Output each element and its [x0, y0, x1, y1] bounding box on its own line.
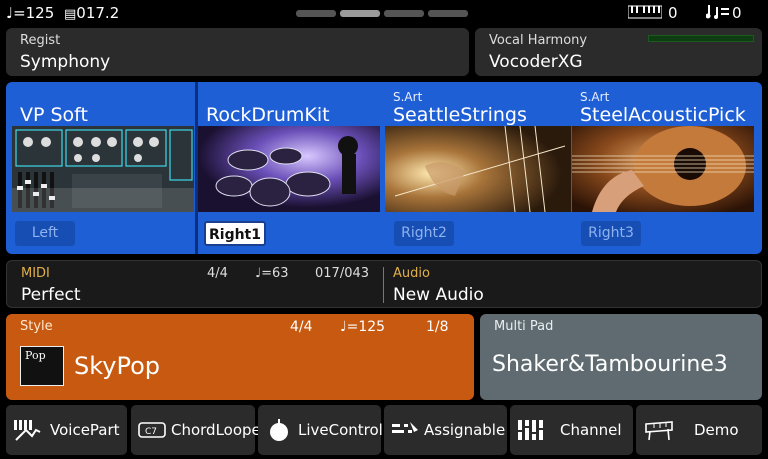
- voice-image-drums: [198, 126, 380, 212]
- style-category-icon: Pop: [20, 346, 64, 386]
- midi-audio-panel: MIDI Perfect 4/4 ♩=63 017/043 Audio New …: [6, 260, 762, 308]
- sequence-count: 0: [732, 4, 742, 22]
- voice-art-tag: S.Art: [580, 90, 610, 104]
- page-indicator: [296, 10, 468, 17]
- voice-image-guitar: [572, 126, 754, 212]
- voicepart-button[interactable]: VoicePart: [6, 405, 127, 455]
- style-beat: 1/8: [426, 319, 449, 335]
- voice-name: VP Soft: [20, 104, 88, 126]
- livecontrol-button[interactable]: LiveControl: [258, 405, 383, 455]
- multipad-label: Multi Pad: [494, 319, 554, 334]
- voice-art-tag: S.Art: [393, 90, 423, 104]
- vocal-harmony-label: Vocal Harmony: [489, 33, 588, 48]
- voice-name: RockDrumKit: [206, 104, 330, 126]
- mic-level-meter: [648, 35, 754, 42]
- part-right2-button[interactable]: Right2: [394, 221, 454, 246]
- midi-position: 017/043: [315, 266, 370, 281]
- vocal-harmony-value: VocoderXG: [489, 52, 583, 72]
- assignable-button[interactable]: Assignable: [384, 405, 507, 455]
- page-dot: [428, 10, 468, 17]
- multipad-panel[interactable]: Multi Pad Shaker&Tambourine3: [480, 314, 762, 400]
- livecontrol-label: LiveControl: [298, 421, 383, 439]
- part-right1-button[interactable]: Right1: [204, 221, 266, 246]
- page-dot: [384, 10, 424, 17]
- demo-button[interactable]: Demo: [636, 405, 762, 455]
- midi-tempo: ♩=63: [255, 266, 289, 281]
- demo-keyboard-icon: [645, 421, 673, 441]
- assignable-icon: [392, 422, 418, 433]
- voice-image-strings: [385, 126, 571, 212]
- keyboard-count: 0: [668, 4, 678, 22]
- voicepart-label: VoicePart: [50, 421, 120, 439]
- tempo-readout: ♩=125: [6, 4, 55, 22]
- style-label: Style: [20, 319, 53, 334]
- voice-name: SeattleStrings: [393, 104, 527, 126]
- chord-looper-icon: C7: [138, 422, 166, 438]
- registration-label: Regist: [20, 33, 61, 48]
- voice-image-synth: [12, 126, 194, 212]
- live-control-knob-icon: [270, 419, 288, 441]
- channel-label: Channel: [560, 421, 622, 439]
- voice-right2[interactable]: S.Art SeattleStrings Right2: [385, 82, 571, 254]
- part-left-button[interactable]: Left: [15, 221, 75, 246]
- style-time-signature: 4/4: [290, 319, 313, 335]
- voice-right1[interactable]: RockDrumKit Right1: [198, 82, 384, 254]
- midi-audio-divider: [383, 267, 384, 303]
- style-panel[interactable]: Style 4/4 ♩=125 1/8 Pop SkyPop: [6, 314, 474, 400]
- demo-label: Demo: [694, 421, 739, 439]
- voice-left[interactable]: VP Soft Left: [6, 82, 194, 254]
- audio-song-name[interactable]: New Audio: [393, 285, 484, 305]
- audio-label: Audio: [393, 266, 430, 281]
- status-bar: ♩=125 ▤017.2 0 0: [0, 0, 768, 26]
- style-tempo: ♩=125: [340, 319, 386, 335]
- registration-panel[interactable]: Regist Symphony: [6, 28, 469, 76]
- channel-mixer-icon: [518, 420, 543, 440]
- voice-part-icon: [14, 420, 41, 441]
- keyboard-icon: [628, 5, 662, 19]
- channel-button[interactable]: Channel: [510, 405, 633, 455]
- vocal-harmony-panel[interactable]: Vocal Harmony VocoderXG: [475, 28, 762, 76]
- chordlooper-label: ChordLooper: [171, 421, 267, 439]
- midi-label: MIDI: [21, 266, 50, 281]
- multipad-name: Shaker&Tambourine3: [492, 352, 728, 377]
- sequence-notes-icon: [706, 5, 729, 19]
- svg-text:C7: C7: [145, 427, 157, 437]
- page-dot: [296, 10, 336, 17]
- registration-value: Symphony: [20, 52, 111, 72]
- midi-time-signature: 4/4: [207, 266, 228, 281]
- style-name: SkyPop: [74, 352, 161, 380]
- voice-right3[interactable]: S.Art SteelAcousticPick Right3: [572, 82, 758, 254]
- measure-readout: ▤017.2: [64, 4, 120, 22]
- assignable-label: Assignable: [424, 421, 506, 439]
- page-dot-active: [340, 10, 380, 17]
- song-position-icon: ▤: [64, 7, 77, 22]
- part-right3-button[interactable]: Right3: [581, 221, 641, 246]
- voice-area: VP Soft Left RockDrumKit Right1 S.Art Se…: [6, 82, 762, 254]
- midi-song-name[interactable]: Perfect: [21, 285, 81, 305]
- voice-name: SteelAcousticPick: [580, 104, 746, 126]
- chordlooper-button[interactable]: C7 ChordLooper: [131, 405, 267, 455]
